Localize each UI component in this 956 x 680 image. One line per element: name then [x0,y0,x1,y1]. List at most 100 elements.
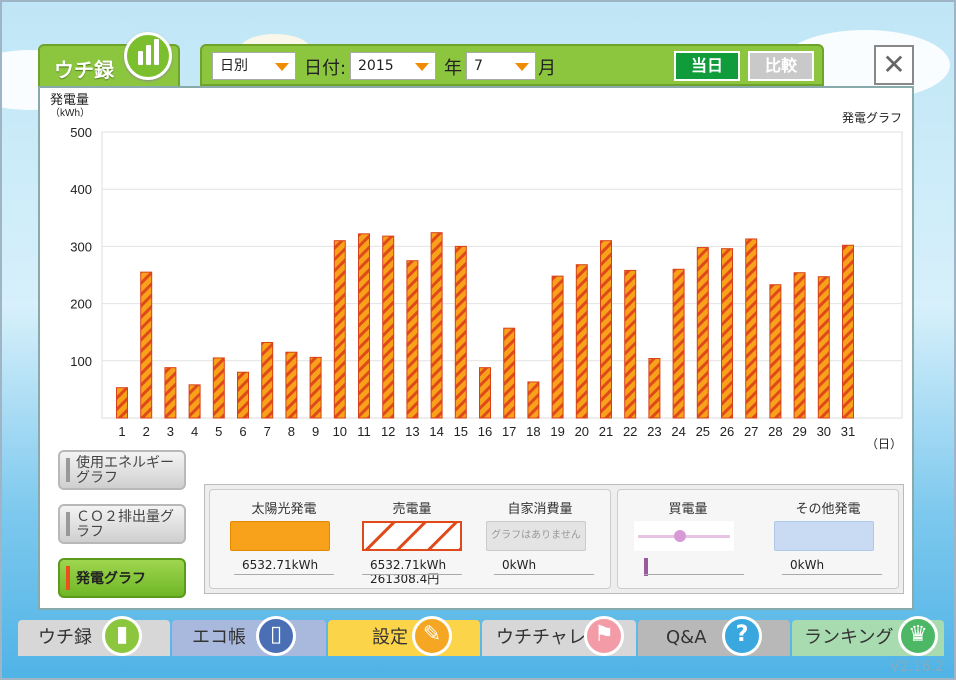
bar-chart-icon: ▮ [102,616,142,656]
x-tick-label: 16 [478,424,492,439]
legend-sold-value: 6532.71kWh 261308.4円 [370,558,446,586]
bar-day-26 [721,248,733,419]
x-tick-label: 29 [792,424,806,439]
mode-select[interactable]: 日別 [212,52,296,80]
energy-usage-graph-button[interactable]: 使用エネルギーグラフ [58,450,186,490]
x-axis-unit: （日） [866,437,902,451]
bar-day-2 [140,271,153,419]
x-tick-label: 23 [647,424,661,439]
close-button[interactable]: ✕ [874,45,914,85]
today-button[interactable]: 当日 [674,51,740,81]
version-label: V2.16.2 [889,659,944,675]
generation-graph-label: 発電グラフ [76,571,146,587]
y-axis-title: 発電量 [50,92,89,107]
x-tick-label: 21 [599,424,613,439]
toolbar: 日別 日付: 2015 年 7 月 当日 比較 [200,44,824,86]
divider [644,574,744,575]
bar-day-13 [406,260,419,419]
app-tab-label: ウチ録 [54,58,114,82]
bar-day-1 [116,387,128,419]
co2-emission-graph-button[interactable]: ＣＯ２排出量グラフ [58,504,186,544]
legend-self-value: 0kWh [502,558,537,572]
year-select-value: 2015 [358,58,394,74]
x-tick-label: 8 [288,424,295,439]
x-tick-label: 31 [841,424,855,439]
y-tick-label: 200 [70,297,92,312]
bar-day-31 [842,244,854,419]
chart-title: 発電グラフ [842,111,902,125]
x-tick-label: 26 [720,424,734,439]
self-swatch: グラフはありません [486,521,586,551]
y-tick-label: 300 [70,239,92,254]
bar-day-27 [745,238,758,419]
bar-day-5 [212,357,225,419]
nav-uchiroku-label: ウチ録 [38,627,92,648]
mode-select-value: 日別 [220,58,248,74]
bar-day-12 [382,235,395,419]
bought-swatch [634,521,734,551]
bar-day-21 [600,240,612,419]
year-select[interactable]: 2015 [350,52,436,80]
month-select[interactable]: 7 [466,52,536,80]
dropdown-arrow-icon [415,63,429,71]
nav-uchichare[interactable]: ウチチャレ ⚑ [482,616,636,656]
legend-bought: 買電量 [628,498,748,551]
divider [494,574,594,575]
x-tick-label: 19 [550,424,564,439]
notebook-icon: ▯ [256,616,296,656]
nav-settings[interactable]: 設定 ✎ [328,616,480,656]
y-tick-label: 500 [70,125,92,140]
bar-day-25 [696,247,709,419]
co2-emission-graph-label: ＣＯ２排出量グラフ [76,509,174,540]
nav-ranking[interactable]: ランキング ♛ [792,616,944,656]
flag-icon: ⚑ [584,616,624,656]
bar-day-22 [624,269,637,419]
other-swatch [774,521,874,551]
y-axis-unit: （kWh） [50,107,90,119]
crown-icon: ♛ [898,616,938,656]
legend-self: 自家消費量 グラフはありません [480,498,600,551]
divider [234,574,334,575]
nav-qa[interactable]: Q&A ? [638,616,790,656]
nav-uchiroku[interactable]: ウチ録 ▮ [18,616,170,656]
nav-qa-label: Q&A [666,627,707,648]
x-tick-label: 1 [118,424,125,439]
legend-solar-value: 6532.71kWh [242,558,319,572]
divider [362,574,462,575]
x-tick-label: 24 [671,424,685,439]
month-label: 月 [538,58,556,79]
generation-graph-button[interactable]: 発電グラフ [58,558,186,598]
app-tab[interactable]: ウチ録 [38,32,180,86]
bar-day-10 [333,240,346,419]
x-tick-label: 18 [526,424,540,439]
legend-other: その他発電 [768,498,888,551]
y-tick-label: 100 [70,354,92,369]
main-panel: 発電量 （kWh） 発電グラフ （日） 100 200 300 400 500 1234… [38,86,914,610]
x-tick-label: 20 [575,424,589,439]
legend-group-other: 買電量 その他発電 0kWh [617,489,899,589]
bar-day-11 [358,233,370,419]
x-tick-label: 22 [623,424,637,439]
compare-button[interactable]: 比較 [748,51,814,81]
bar-chart-icon [124,32,172,80]
dropdown-arrow-icon [515,63,529,71]
x-tick-label: 12 [381,424,395,439]
x-tick-label: 14 [429,424,443,439]
bar-day-9 [309,356,322,419]
x-tick-label: 10 [333,424,347,439]
legend-sold: 売電量 [352,498,472,551]
bar-day-8 [285,351,298,419]
sold-swatch [362,521,462,551]
generation-chart: 発電量 （kWh） 発電グラフ （日） 100200300400500 1234… [50,92,903,451]
nav-ecocho[interactable]: エコ帳 ▯ [172,616,326,656]
bar-day-24 [672,268,685,419]
x-tick-label: 15 [454,424,468,439]
x-tick-label: 17 [502,424,516,439]
x-tick-label: 11 [357,424,371,439]
x-tick-label: 6 [239,424,246,439]
dropdown-arrow-icon [275,63,289,71]
x-tick-label: 9 [312,424,319,439]
y-tick-label: 400 [70,182,92,197]
bought-dot [674,530,686,542]
bar-day-30 [817,276,830,419]
